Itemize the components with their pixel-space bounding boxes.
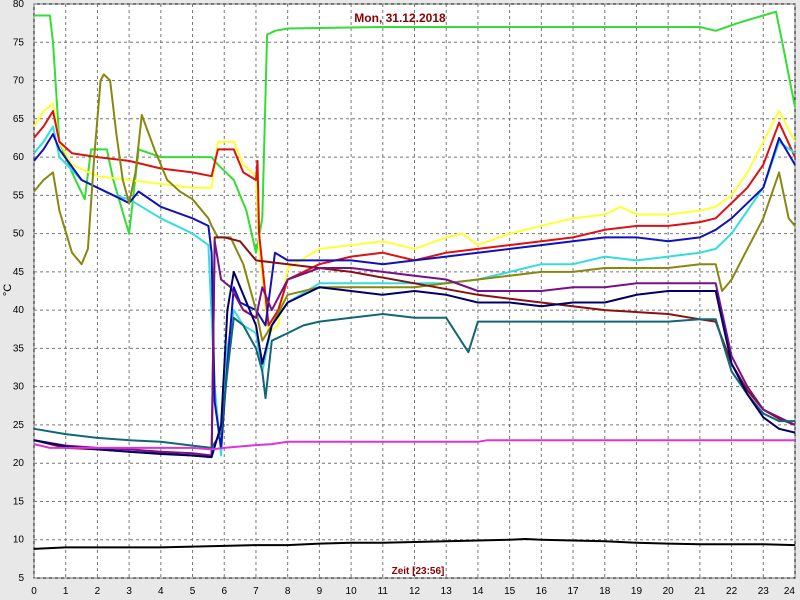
y-tick-label: 80 bbox=[13, 0, 25, 10]
y-tick-label: 45 bbox=[13, 267, 25, 278]
y-tick-label: 10 bbox=[13, 535, 25, 546]
x-tick-label: 2 bbox=[95, 586, 101, 597]
y-tick-label: 65 bbox=[13, 114, 25, 125]
y-tick-label: 5 bbox=[18, 573, 24, 584]
x-tick-label: 12 bbox=[409, 586, 421, 597]
chart-title: Mon, 31.12.2018 bbox=[354, 11, 446, 25]
x-tick-label: 0 bbox=[31, 586, 37, 597]
x-tick-label: 16 bbox=[536, 586, 548, 597]
x-axis-label: Zeit [23:56] bbox=[392, 566, 445, 577]
x-tick-label: 1 bbox=[63, 586, 69, 597]
x-tick-label: 23 bbox=[758, 586, 770, 597]
x-tick-label: 4 bbox=[158, 586, 164, 597]
x-tick-label: 8 bbox=[285, 586, 291, 597]
x-tick-label: 19 bbox=[631, 586, 643, 597]
x-tick-label: 22 bbox=[726, 586, 738, 597]
x-tick-label: 3 bbox=[126, 586, 132, 597]
y-tick-label: 50 bbox=[13, 229, 25, 240]
x-tick-label: 24 bbox=[784, 586, 796, 597]
x-tick-label: 10 bbox=[346, 586, 358, 597]
y-tick-label: 30 bbox=[13, 382, 25, 393]
x-tick-label: 15 bbox=[504, 586, 516, 597]
x-tick-label: 6 bbox=[221, 586, 227, 597]
y-tick-label: 70 bbox=[13, 76, 25, 87]
x-tick-label: 9 bbox=[317, 586, 323, 597]
x-tick-label: 17 bbox=[567, 586, 579, 597]
x-tick-label: 14 bbox=[472, 586, 484, 597]
x-tick-label: 5 bbox=[190, 586, 196, 597]
x-tick-label: 21 bbox=[694, 586, 706, 597]
x-tick-label: 18 bbox=[599, 586, 611, 597]
y-tick-label: 75 bbox=[13, 37, 25, 48]
y-tick-label: 15 bbox=[13, 496, 25, 507]
y-tick-label: 40 bbox=[13, 305, 25, 316]
x-tick-label: 11 bbox=[378, 586, 389, 597]
y-tick-label: 20 bbox=[13, 458, 25, 469]
temperature-chart: 5101520253035404550556065707580 01234567… bbox=[0, 0, 800, 600]
y-tick-label: 55 bbox=[13, 190, 25, 201]
x-tick-label: 13 bbox=[441, 586, 453, 597]
x-tick-label: 20 bbox=[663, 586, 675, 597]
y-tick-label: 25 bbox=[13, 420, 25, 431]
y-axis-label: °C bbox=[2, 284, 14, 296]
y-tick-label: 60 bbox=[13, 152, 25, 163]
y-tick-label: 35 bbox=[13, 343, 25, 354]
x-tick-label: 7 bbox=[253, 586, 259, 597]
